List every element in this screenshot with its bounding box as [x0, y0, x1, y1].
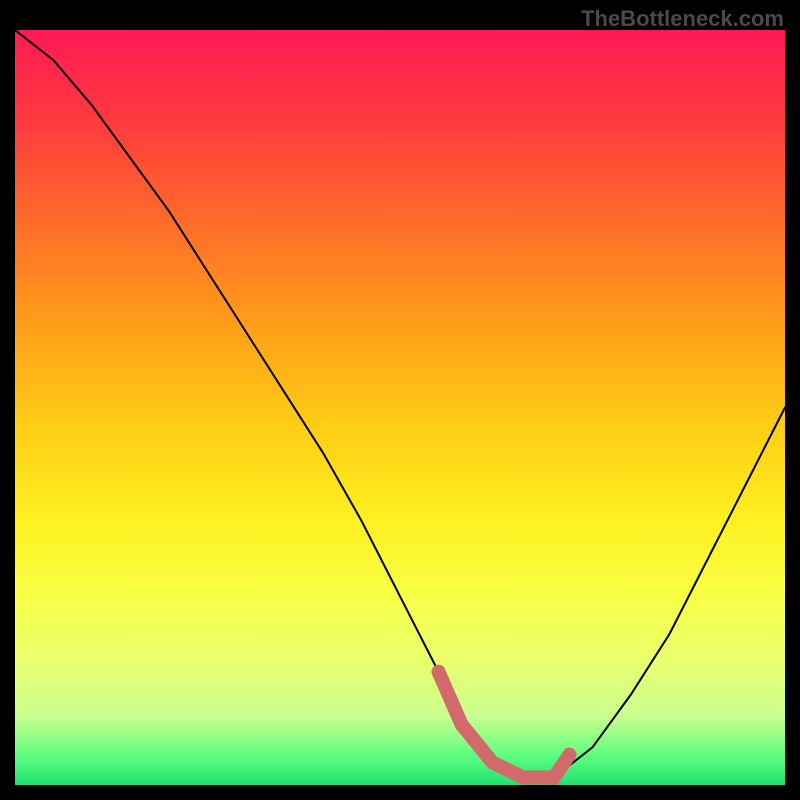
chart-svg — [15, 30, 785, 785]
watermark-text: TheBottleneck.com — [581, 6, 784, 32]
optimal-range-highlight — [439, 672, 570, 778]
highlight-endpoint-right — [562, 748, 576, 762]
highlight-endpoint-left — [432, 665, 446, 679]
chart-plot-area — [15, 30, 785, 785]
bottleneck-curve-line — [15, 30, 785, 778]
